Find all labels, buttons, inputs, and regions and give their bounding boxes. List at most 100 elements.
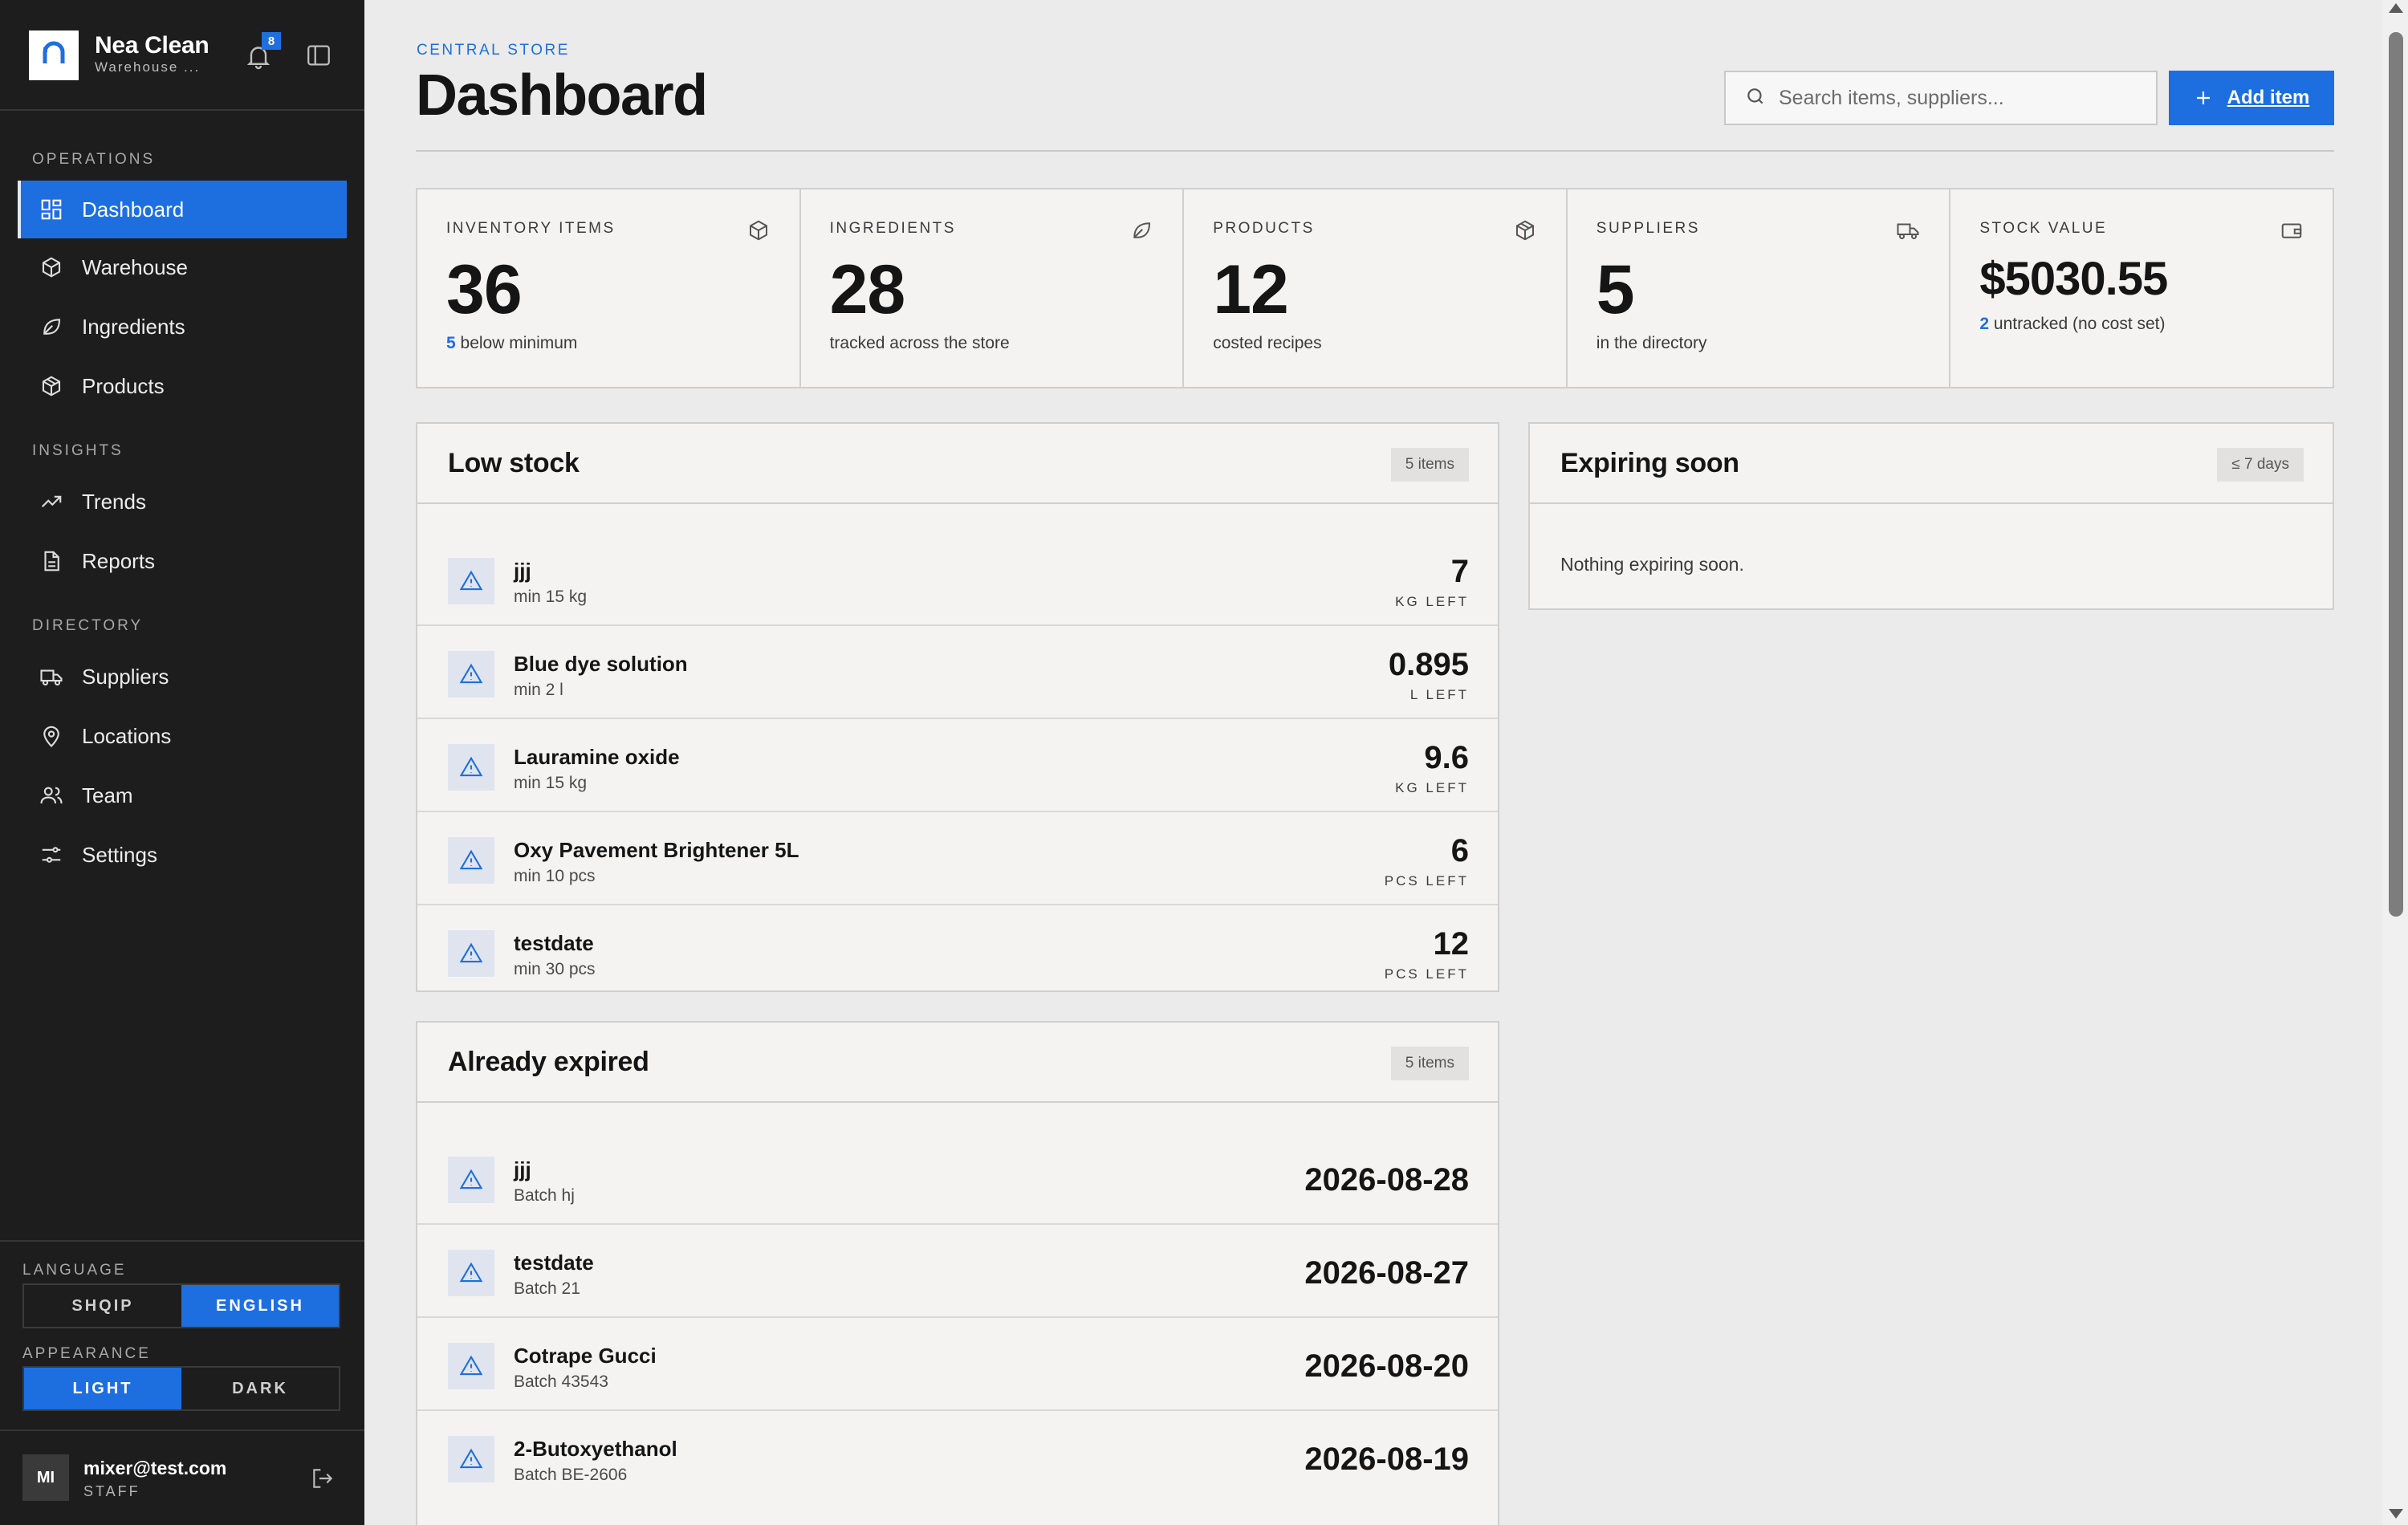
item-minimum: min 30 pcs — [514, 960, 596, 978]
sidebar-item-suppliers[interactable]: Suppliers — [18, 648, 347, 706]
language-option-english[interactable]: ENGLISH — [181, 1285, 339, 1327]
item-unit: PCS LEFT — [1384, 966, 1469, 982]
brand-logo[interactable] — [29, 31, 79, 80]
sidebar-divider — [0, 1240, 364, 1242]
brand-header: Nea Clean Warehouse ... 8 — [0, 0, 364, 111]
sidebar-item-label: Ingredients — [82, 314, 185, 339]
stat-stock-value[interactable]: STOCK VALUE $5030.55 2 untracked (no cos… — [1950, 189, 2333, 387]
warning-icon — [448, 930, 494, 977]
appearance-option-dark[interactable]: DARK — [181, 1368, 339, 1409]
language-toggle: SHQIP ENGLISH — [22, 1283, 340, 1328]
sidebar-item-warehouse[interactable]: Warehouse — [18, 238, 347, 296]
warning-icon — [448, 1157, 494, 1203]
expired-row[interactable]: testdate Batch 21 2026-08-27 — [417, 1225, 1498, 1318]
expiry-date: 2026-08-28 — [1304, 1162, 1469, 1198]
low-stock-row[interactable]: jjj min 15 kg 7 KG LEFT — [417, 533, 1498, 626]
stat-ingredients[interactable]: INGREDIENTS 28 tracked across the store — [801, 189, 1185, 387]
expired-row[interactable]: jjj Batch hj 2026-08-28 — [417, 1132, 1498, 1225]
item-minimum: min 15 kg — [514, 588, 588, 606]
pin-icon — [39, 723, 64, 749]
card-title: Low stock — [448, 448, 580, 478]
sidebar-item-dashboard[interactable]: Dashboard — [18, 181, 347, 238]
low-stock-card: Low stock 5 items jjj min 15 kg 7 KG LEF… — [416, 422, 1499, 992]
low-stock-row[interactable]: Oxy Pavement Brightener 5L min 10 pcs 6 … — [417, 812, 1498, 905]
stat-label: PRODUCTS — [1213, 220, 1315, 237]
user-role: STAFF — [83, 1483, 140, 1499]
language-option-shqip[interactable]: SHQIP — [24, 1285, 181, 1327]
appearance-option-light[interactable]: LIGHT — [24, 1368, 181, 1409]
appearance-toggle: LIGHT DARK — [22, 1366, 340, 1411]
stat-subtext: 2 untracked (no cost set) — [1979, 315, 2165, 334]
count-badge: 5 items — [1390, 1047, 1469, 1080]
item-name: Blue dye solution — [514, 652, 688, 676]
warning-icon — [448, 1343, 494, 1389]
item-name: Lauramine oxide — [514, 745, 680, 769]
avatar[interactable]: MI — [22, 1454, 69, 1501]
sidebar-item-label: Reports — [82, 548, 156, 573]
sidebar-item-settings[interactable]: Settings — [18, 826, 347, 884]
item-minimum: min 10 pcs — [514, 867, 596, 885]
warning-icon — [448, 1436, 494, 1482]
empty-state: Nothing expiring soon. — [1560, 554, 1744, 575]
sidebar-item-locations[interactable]: Locations — [18, 707, 347, 765]
item-quantity: 0.895 — [1388, 647, 1469, 682]
stat-subtext: tracked across the store — [829, 334, 1010, 352]
sidebar: Nea Clean Warehouse ... 8 OPERATIONS Das… — [0, 0, 364, 1525]
stat-subtext: in the directory — [1596, 334, 1707, 352]
sidebar-item-trends[interactable]: Trends — [18, 473, 347, 531]
item-name: testdate — [514, 1250, 594, 1275]
plus-icon — [2194, 88, 2213, 108]
card-header: Expiring soon ≤ 7 days — [1530, 424, 2333, 504]
scroll-up-arrow-icon[interactable] — [2389, 3, 2403, 13]
card-header: Low stock 5 items — [417, 424, 1498, 504]
header-divider — [416, 150, 2334, 152]
package-icon — [39, 373, 64, 399]
stat-products[interactable]: PRODUCTS 12 costed recipes — [1184, 189, 1568, 387]
batch-label: Batch 43543 — [514, 1372, 608, 1391]
expiry-date: 2026-08-20 — [1304, 1348, 1469, 1384]
item-name: testdate — [514, 931, 594, 955]
batch-label: Batch BE-2606 — [514, 1466, 628, 1484]
sidebar-item-products[interactable]: Products — [18, 357, 347, 415]
expired-row[interactable]: 2-Butoxyethanol Batch BE-2606 2026-08-19 — [417, 1411, 1498, 1504]
already-expired-card: Already expired 5 items jjj Batch hj 202… — [416, 1021, 1499, 1525]
file-icon — [39, 548, 64, 574]
stat-value: 12 — [1213, 251, 1289, 328]
search-input[interactable] — [1779, 86, 2148, 110]
stat-inventory-items[interactable]: INVENTORY ITEMS 36 5 below minimum — [417, 189, 801, 387]
expired-row[interactable]: Cotrape Gucci Batch 43543 2026-08-20 — [417, 1318, 1498, 1411]
warning-icon — [448, 558, 494, 604]
batch-label: Batch hj — [514, 1186, 575, 1205]
sliders-icon — [39, 842, 64, 868]
stat-suppliers[interactable]: SUPPLIERS 5 in the directory — [1568, 189, 1951, 387]
box-icon — [39, 254, 64, 280]
scrollbar-thumb[interactable] — [2389, 32, 2403, 917]
scroll-down-arrow-icon[interactable] — [2389, 1509, 2403, 1519]
stat-label: STOCK VALUE — [1979, 220, 2108, 237]
stat-value: 5 — [1596, 251, 1635, 328]
stat-label: SUPPLIERS — [1596, 220, 1700, 237]
section-insights: INSIGHTS — [32, 442, 124, 459]
expiry-date: 2026-08-19 — [1304, 1442, 1469, 1477]
expiring-soon-card: Expiring soon ≤ 7 days Nothing expiring … — [1528, 422, 2334, 610]
low-stock-row[interactable]: testdate min 30 pcs 12 PCS LEFT — [417, 905, 1498, 990]
stat-value: 36 — [446, 251, 523, 328]
stat-label: INGREDIENTS — [829, 220, 956, 237]
stat-value: $5030.55 — [1979, 253, 2168, 305]
low-stock-row[interactable]: Blue dye solution min 2 l 0.895 L LEFT — [417, 626, 1498, 719]
stat-value: 28 — [829, 251, 906, 328]
notification-badge: 8 — [262, 32, 281, 50]
sidebar-toggle-icon[interactable] — [305, 42, 332, 69]
page-title: Dashboard — [416, 63, 708, 128]
sidebar-item-ingredients[interactable]: Ingredients — [18, 298, 347, 356]
logout-icon[interactable] — [310, 1466, 336, 1491]
add-item-button[interactable]: Add item — [2169, 71, 2334, 125]
sidebar-item-reports[interactable]: Reports — [18, 532, 347, 590]
breadcrumb: CENTRAL STORE — [417, 42, 570, 59]
warning-icon — [448, 1250, 494, 1296]
sidebar-item-team[interactable]: Team — [18, 767, 347, 824]
card-title: Expiring soon — [1560, 448, 1739, 478]
brand-name: Nea Clean — [95, 32, 209, 59]
low-stock-row[interactable]: Lauramine oxide min 15 kg 9.6 KG LEFT — [417, 719, 1498, 812]
sidebar-item-label: Settings — [82, 842, 157, 867]
